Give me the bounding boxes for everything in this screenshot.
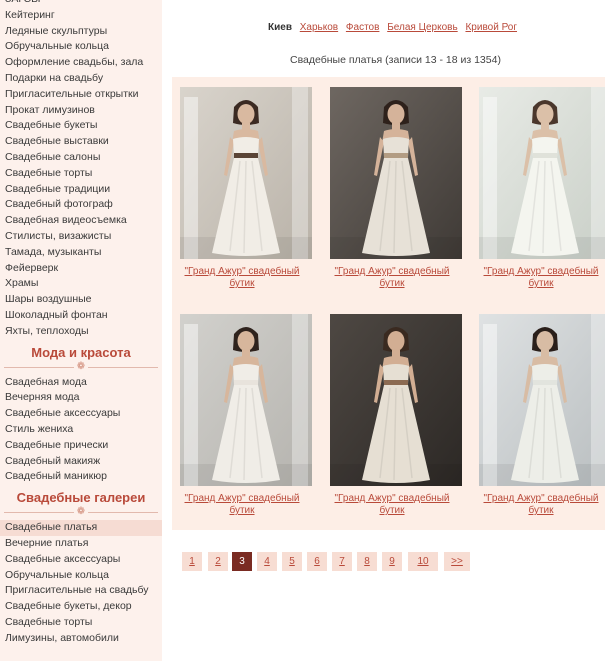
dress-photo-1[interactable] [180,87,312,259]
sidebar-item[interactable]: Свадебные аксессуары [0,406,162,422]
current-city: Киев [268,22,292,33]
sidebar-item[interactable]: Пригласительные на свадьбу [0,583,162,599]
sidebar-item[interactable]: Свадебные выставки [0,134,162,150]
page-link: 3 [232,552,252,571]
sidebar-item[interactable]: Обручальные кольца [0,568,162,584]
ribbon-bow-icon: ❁ [74,360,88,372]
page-link[interactable]: 5 [282,552,302,571]
sidebar-item[interactable]: Свадебный макияж [0,454,162,470]
city-link[interactable]: Кривой Рог [465,22,517,33]
sidebar-item[interactable]: Свадебные прически [0,438,162,454]
sidebar-item[interactable]: Прокат лимузинов [0,103,162,119]
gallery-caption-link[interactable]: "Гранд Ажур" свадебный бутик [172,266,312,290]
city-link[interactable]: Харьков [300,22,338,33]
dress-photo-2[interactable] [330,87,462,259]
sidebar-item[interactable]: Свадебные букеты [0,118,162,134]
page-link[interactable]: 10 [408,552,438,571]
section-ornament: ❁ [4,360,158,373]
sidebar-item[interactable]: Шары воздушные [0,292,162,308]
sidebar-item[interactable]: Свадебные салоны [0,150,162,166]
page-link[interactable]: 2 [208,552,228,571]
sidebar-item[interactable]: Яхты, теплоходы [0,324,162,340]
caption-line-1: "Гранд Ажур" свадебный [334,493,450,504]
caption-line-1: "Гранд Ажур" свадебный [184,266,300,277]
sidebar-item[interactable]: Вечерние платья [0,536,162,552]
sidebar-list-fashion: Свадебная мода Вечерняя мода Свадебные акс… [0,375,162,486]
caption-line-1: "Гранд Ажур" свадебный [334,266,450,277]
sidebar-item[interactable]: Свадебные торты [0,166,162,182]
dress-photo-6[interactable] [479,314,605,486]
gallery-item: "Гранд Ажур" свадебный бутик [471,314,605,517]
caption-line-1: "Гранд Ажур" свадебный [483,493,599,504]
sidebar: ЗАГСЫКейтерингЛедяные скульптурыОбручаль… [0,0,162,661]
city-link[interactable]: Белая Церковь [387,22,457,33]
dress-photo-3[interactable] [479,87,605,259]
gallery-item: "Гранд Ажур" свадебный бутик [172,314,312,517]
gallery-item: "Гранд Ажур" свадебный бутик [322,314,462,517]
sidebar-item[interactable]: Ледяные скульптуры [0,24,162,40]
next-page-button[interactable]: >> [444,552,470,571]
page-link[interactable]: 9 [382,552,402,571]
sidebar-list-services: ЗАГСЫКейтерингЛедяные скульптурыОбручаль… [0,0,162,340]
sidebar-item[interactable]: Кейтеринг [0,8,162,24]
caption-line-1: "Гранд Ажур" свадебный [184,493,300,504]
caption-line-2: бутик [229,505,255,516]
caption-line-1: "Гранд Ажур" свадебный [483,266,599,277]
page-link[interactable]: 6 [307,552,327,571]
gallery: "Гранд Ажур" свадебный бутик "Гранд Ажур" … [172,77,605,530]
sidebar-item[interactable]: Фейерверк [0,261,162,277]
city-bar: Киев Харьков Фастов Белая Церковь Кривой… [268,22,522,33]
page-link[interactable]: 7 [332,552,352,571]
section-heading-galleries: Свадебные галереи [16,490,146,506]
section-heading-fashion: Мода и красота [31,344,131,360]
gallery-item: "Гранд Ажур" свадебный бутик [172,87,312,290]
sidebar-item[interactable]: Лимузины, автомобили [0,631,162,647]
sidebar-item[interactable]: Свадебный фотограф [0,197,162,213]
sidebar-item[interactable]: Храмы [0,276,162,292]
sidebar-item[interactable]: Тамада, музыканты [0,245,162,261]
gallery-item: "Гранд Ажур" свадебный бутик [322,87,462,290]
records-info: Свадебные платья (записи 13 - 18 из 1354… [290,54,501,66]
sidebar-item[interactable]: Свадебная видеосъемка [0,213,162,229]
caption-line-2: бутик [379,278,405,289]
sidebar-item[interactable]: Шоколадный фонтан [0,308,162,324]
sidebar-item[interactable]: Вечерняя мода [0,390,162,406]
caption-line-2: бутик [528,278,554,289]
page-link[interactable]: 4 [257,552,277,571]
page-link[interactable]: 8 [357,552,377,571]
gallery-caption-link[interactable]: "Гранд Ажур" свадебный бутик [471,266,605,290]
ribbon-bow-icon: ❁ [74,506,88,518]
sidebar-item[interactable]: Стилисты, визажисты [0,229,162,245]
section-ornament: ❁ [4,506,158,518]
gallery-caption-link[interactable]: "Гранд Ажур" свадебный бутик [322,493,462,517]
page-link[interactable]: 1 [182,552,202,571]
gallery-item: "Гранд Ажур" свадебный бутик [471,87,605,290]
sidebar-item[interactable]: Свадебные торты [0,615,162,631]
sidebar-item[interactable]: Подарки на свадьбу [0,71,162,87]
dress-photo-4[interactable] [180,314,312,486]
sidebar-item[interactable]: Свадебные аксессуары [0,552,162,568]
sidebar-item[interactable]: Обручальные кольца [0,39,162,55]
caption-line-2: бутик [229,278,255,289]
gallery-caption-link[interactable]: "Гранд Ажур" свадебный бутик [172,493,312,517]
sidebar-item[interactable]: Свадебный маникюр [0,469,162,485]
sidebar-item[interactable]: Свадебные платья [0,520,162,536]
sidebar-list-galleries: Свадебные платья Вечерние платья Свадебные… [0,520,162,646]
sidebar-item[interactable]: Свадебная мода [0,375,162,391]
sidebar-item[interactable]: Стиль жениха [0,422,162,438]
dress-photo-5[interactable] [330,314,462,486]
gallery-caption-link[interactable]: "Гранд Ажур" свадебный бутик [471,493,605,517]
city-link[interactable]: Фастов [346,22,380,33]
caption-line-2: бутик [528,505,554,516]
gallery-caption-link[interactable]: "Гранд Ажур" свадебный бутик [322,266,462,290]
sidebar-item[interactable]: ЗАГСЫ [0,0,162,8]
caption-line-2: бутик [379,505,405,516]
sidebar-item[interactable]: Оформление свадьбы, зала [0,55,162,71]
sidebar-item[interactable]: Пригласительные открытки [0,87,162,103]
sidebar-item[interactable]: Свадебные традиции [0,182,162,198]
sidebar-item[interactable]: Свадебные букеты, декор [0,599,162,615]
